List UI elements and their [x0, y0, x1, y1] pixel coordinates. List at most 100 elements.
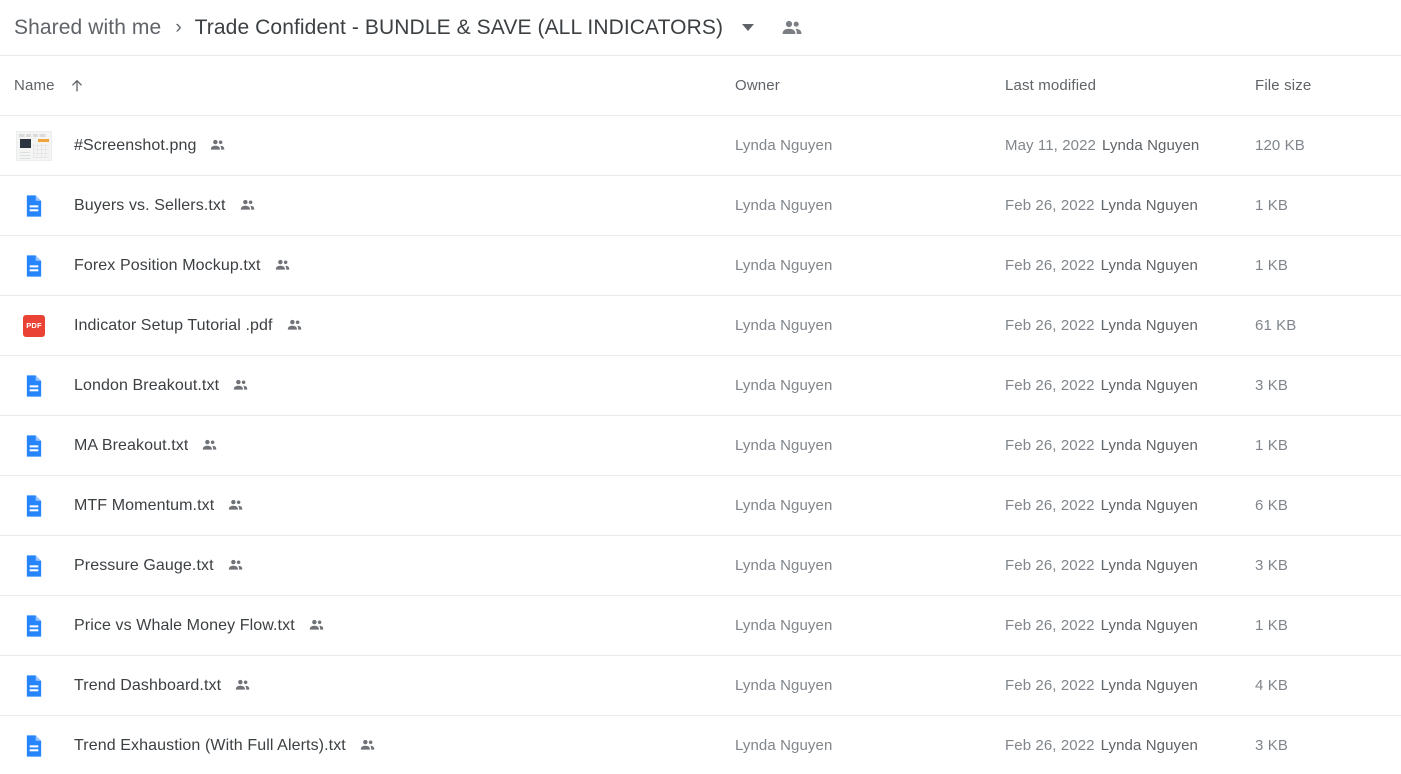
file-modified-date: Feb 26, 2022 [1005, 737, 1095, 754]
table-row[interactable]: London Breakout.txt Lynda Nguyen Feb 26, 2… [0, 356, 1401, 416]
file-modified-by: Lynda Nguyen [1100, 437, 1198, 454]
file-last-modified-cell: Feb 26, 2022 Lynda Nguyen [1005, 317, 1255, 334]
file-last-modified-cell: Feb 26, 2022 Lynda Nguyen [1005, 257, 1255, 274]
table-row[interactable]: Forex Position Mockup.txt Lynda Nguyen Feb… [0, 236, 1401, 296]
file-list: #Screenshot.png Lynda Nguyen May 11, 2022 L… [0, 116, 1401, 774]
column-header-name-label: Name [14, 77, 55, 94]
file-modified-by: Lynda Nguyen [1100, 377, 1198, 394]
file-owner-cell: Lynda Nguyen [735, 377, 833, 394]
file-size-cell: 6 KB [1255, 497, 1288, 514]
file-name-cell[interactable]: Pressure Gauge.txt [0, 546, 735, 586]
table-row[interactable]: MA Breakout.txt Lynda Nguyen Feb 26, 2022 L… [0, 416, 1401, 476]
file-owner-cell: Lynda Nguyen [735, 257, 833, 274]
file-modified-date: Feb 26, 2022 [1005, 257, 1095, 274]
file-modified-by: Lynda Nguyen [1100, 737, 1198, 754]
file-name-label: Indicator Setup Tutorial .pdf [74, 316, 273, 334]
file-owner-cell: Lynda Nguyen [735, 197, 833, 214]
file-size-cell: 4 KB [1255, 677, 1288, 694]
file-owner-cell: Lynda Nguyen [735, 557, 833, 574]
column-header-file-size[interactable]: File size [1255, 77, 1401, 94]
file-last-modified-cell: Feb 26, 2022 Lynda Nguyen [1005, 497, 1255, 514]
table-row[interactable]: #Screenshot.png Lynda Nguyen May 11, 2022 L… [0, 116, 1401, 176]
file-owner-cell: Lynda Nguyen [735, 617, 833, 634]
file-owner-cell: Lynda Nguyen [735, 437, 833, 454]
file-modified-by: Lynda Nguyen [1100, 257, 1198, 274]
image-thumbnail-icon [14, 126, 54, 166]
column-header-owner[interactable]: Owner [735, 77, 1005, 94]
file-modified-by: Lynda Nguyen [1100, 317, 1198, 334]
people-shared-icon [232, 377, 249, 394]
people-shared-icon [308, 617, 325, 634]
people-shared-icon [209, 137, 226, 154]
text-file-icon [14, 186, 54, 226]
table-row[interactable]: Trend Dashboard.txt Lynda Nguyen Feb 26, 2… [0, 656, 1401, 716]
people-shared-icon [239, 197, 256, 214]
file-name-cell[interactable]: PDF Indicator Setup Tutorial .pdf [0, 306, 735, 346]
text-file-icon [14, 606, 54, 646]
file-name-cell[interactable]: Buyers vs. Sellers.txt [0, 186, 735, 226]
file-name-cell[interactable]: London Breakout.txt [0, 366, 735, 406]
text-file-icon [14, 546, 54, 586]
file-owner-cell: Lynda Nguyen [735, 737, 833, 754]
column-header-last-modified-label: Last modified [1005, 77, 1097, 94]
file-modified-date: Feb 26, 2022 [1005, 617, 1095, 634]
column-header-last-modified[interactable]: Last modified [1005, 77, 1255, 94]
file-modified-by: Lynda Nguyen [1100, 497, 1198, 514]
table-row[interactable]: MTF Momentum.txt Lynda Nguyen Feb 26, 2022… [0, 476, 1401, 536]
file-last-modified-cell: Feb 26, 2022 Lynda Nguyen [1005, 617, 1255, 634]
file-name-cell[interactable]: Trend Exhaustion (With Full Alerts).txt [0, 726, 735, 766]
file-last-modified-cell: May 11, 2022 Lynda Nguyen [1005, 137, 1255, 154]
file-modified-date: Feb 26, 2022 [1005, 677, 1095, 694]
arrow-up-icon[interactable] [69, 78, 85, 94]
table-header-row: Name Owner Last modified File size [0, 56, 1401, 116]
file-size-cell: 1 KB [1255, 617, 1288, 634]
file-name-cell[interactable]: #Screenshot.png [0, 126, 735, 166]
file-last-modified-cell: Feb 26, 2022 Lynda Nguyen [1005, 677, 1255, 694]
file-size-cell: 3 KB [1255, 737, 1288, 754]
people-shared-icon [201, 437, 218, 454]
file-name-cell[interactable]: Price vs Whale Money Flow.txt [0, 606, 735, 646]
file-last-modified-cell: Feb 26, 2022 Lynda Nguyen [1005, 377, 1255, 394]
table-row[interactable]: Trend Exhaustion (With Full Alerts).txt L… [0, 716, 1401, 774]
file-modified-by: Lynda Nguyen [1100, 677, 1198, 694]
text-file-icon [14, 486, 54, 526]
people-shared-icon[interactable] [779, 15, 805, 41]
breadcrumb-separator-icon: › [175, 17, 182, 38]
text-file-icon [14, 426, 54, 466]
file-name-label: #Screenshot.png [74, 136, 197, 154]
column-header-name[interactable]: Name [0, 77, 735, 94]
file-size-cell: 1 KB [1255, 437, 1288, 454]
file-modified-by: Lynda Nguyen [1100, 557, 1198, 574]
file-modified-date: Feb 26, 2022 [1005, 317, 1095, 334]
table-row[interactable]: Buyers vs. Sellers.txt Lynda Nguyen Feb 26… [0, 176, 1401, 236]
file-name-cell[interactable]: Trend Dashboard.txt [0, 666, 735, 706]
file-modified-by: Lynda Nguyen [1100, 617, 1198, 634]
people-shared-icon [234, 677, 251, 694]
people-shared-icon [359, 737, 376, 754]
file-modified-by: Lynda Nguyen [1100, 197, 1198, 214]
file-name-cell[interactable]: MTF Momentum.txt [0, 486, 735, 526]
file-size-cell: 61 KB [1255, 317, 1297, 334]
file-modified-date: May 11, 2022 [1005, 137, 1096, 154]
file-name-cell[interactable]: MA Breakout.txt [0, 426, 735, 466]
people-shared-icon [286, 317, 303, 334]
file-last-modified-cell: Feb 26, 2022 Lynda Nguyen [1005, 557, 1255, 574]
file-owner-cell: Lynda Nguyen [735, 677, 833, 694]
breadcrumb-parent-shared-with-me[interactable]: Shared with me [14, 16, 161, 40]
file-size-cell: 1 KB [1255, 257, 1288, 274]
file-name-label: Trend Exhaustion (With Full Alerts).txt [74, 736, 346, 754]
people-shared-icon [227, 497, 244, 514]
table-row[interactable]: Price vs Whale Money Flow.txt Lynda Nguye… [0, 596, 1401, 656]
chevron-down-icon[interactable] [737, 17, 759, 39]
file-name-cell[interactable]: Forex Position Mockup.txt [0, 246, 735, 286]
file-modified-by: Lynda Nguyen [1101, 137, 1200, 154]
table-row[interactable]: PDF Indicator Setup Tutorial .pdf Lynda Ng… [0, 296, 1401, 356]
file-name-label: Trend Dashboard.txt [74, 676, 222, 694]
breadcrumb-current-folder: Trade Confident - BUNDLE & SAVE (ALL IND… [194, 15, 724, 39]
file-owner-cell: Lynda Nguyen [735, 497, 833, 514]
file-name-label: Pressure Gauge.txt [74, 556, 214, 574]
file-size-cell: 120 KB [1255, 137, 1305, 154]
file-size-cell: 3 KB [1255, 377, 1288, 394]
column-header-file-size-label: File size [1255, 77, 1312, 94]
table-row[interactable]: Pressure Gauge.txt Lynda Nguyen Feb 26, 20… [0, 536, 1401, 596]
